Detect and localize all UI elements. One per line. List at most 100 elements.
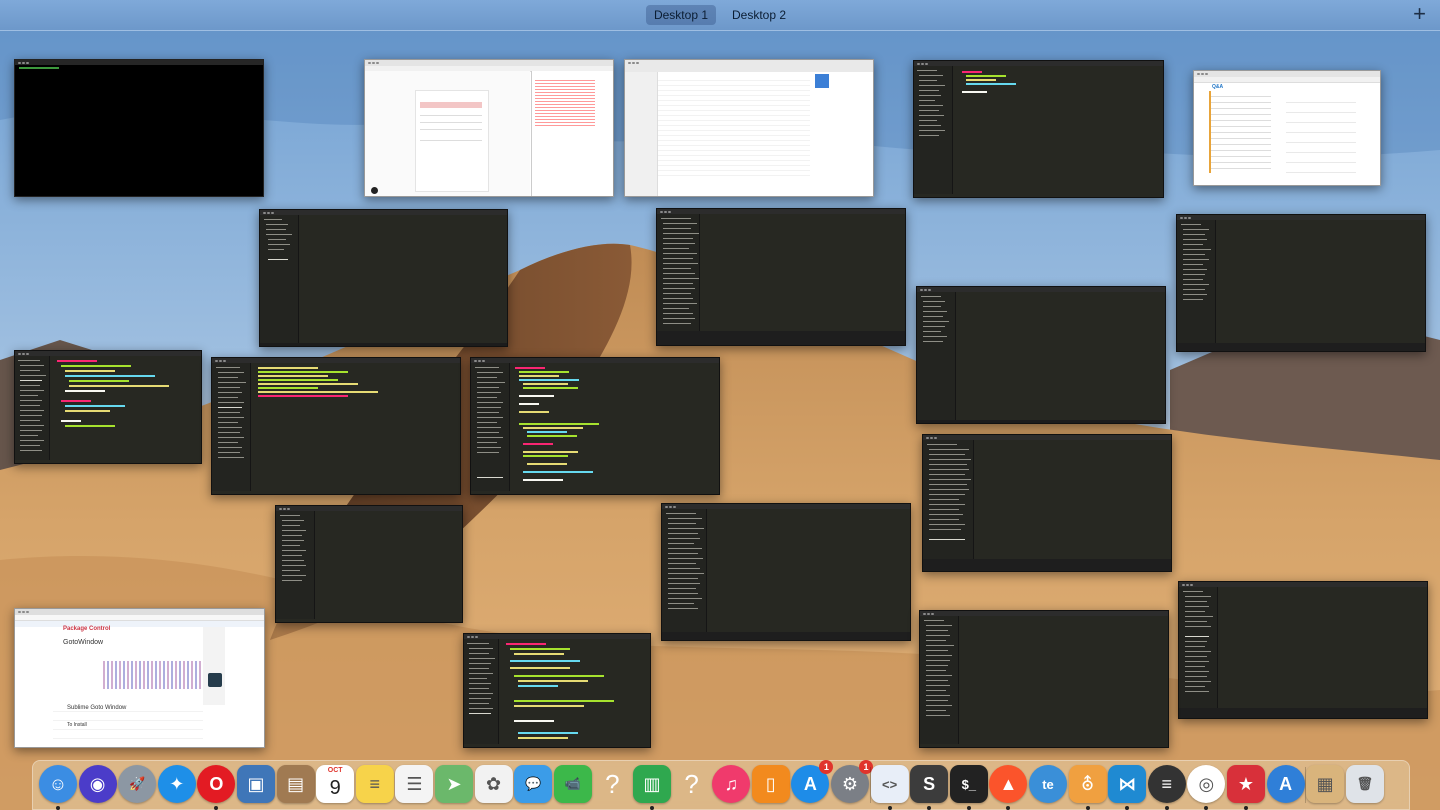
window-sublime-editor[interactable] <box>919 610 1169 748</box>
running-indicator <box>927 806 932 810</box>
window-sublime-editor[interactable] <box>1176 214 1426 352</box>
window-sublime-editor[interactable] <box>463 633 651 748</box>
window-browser-package-control[interactable]: Package Control GotoWindow Sublime Goto … <box>14 608 265 748</box>
window-sublime-editor[interactable] <box>211 357 461 495</box>
window-sublime-editor[interactable] <box>275 505 463 623</box>
dock-bookmark-app-icon[interactable]: ★ <box>1227 765 1265 810</box>
launchpad-glyph: 🚀 <box>129 776 146 791</box>
dock-system-preferences-icon[interactable]: ⚙ 1 <box>831 760 873 803</box>
space-tab-desktop-1[interactable]: Desktop 1 <box>645 5 716 25</box>
archive-utility-glyph: ▦ <box>1316 773 1334 794</box>
running-indicator <box>887 806 892 810</box>
dock-terminal-icon[interactable]: $_ <box>949 765 988 810</box>
te-app-glyph: te <box>1042 776 1054 792</box>
window-finder[interactable] <box>624 59 874 197</box>
window-sublime-editor[interactable] <box>14 350 202 464</box>
notification-badge: 1 <box>819 760 834 774</box>
calendar-month-label: OCT <box>327 767 343 774</box>
brave-glyph: ▲ <box>999 773 1018 794</box>
window-sublime-editor[interactable] <box>661 503 911 641</box>
running-indicator <box>1125 806 1130 810</box>
window-browser-qa[interactable]: Q&A <box>1193 70 1381 186</box>
dock-launchpad-icon[interactable]: 🚀 <box>118 765 157 803</box>
dock-reminders-icon[interactable]: ☰ <box>395 765 434 803</box>
window-sublime-editor[interactable] <box>922 434 1172 572</box>
dock-calendar-icon[interactable]: OCT 9 <box>316 765 355 803</box>
dock-siri-icon[interactable]: ◉ <box>78 765 117 803</box>
messages-glyph: 💬 <box>525 776 542 791</box>
facetime-glyph: 📹 <box>564 776 581 791</box>
running-indicator <box>56 806 60 810</box>
vscode-glyph: ⋈ <box>1118 773 1137 794</box>
reminders-glyph: ☰ <box>406 773 423 794</box>
itunes-glyph: ♫ <box>724 773 738 794</box>
dock-finder-icon[interactable]: ☺ <box>39 765 77 810</box>
dock-sublime-text-icon[interactable]: S <box>910 765 949 810</box>
safari-glyph: ✦ <box>169 773 185 794</box>
dock-photos-icon[interactable]: ✿ <box>474 765 513 803</box>
window-sublime-editor[interactable] <box>1178 581 1428 719</box>
space-tab-desktop-2[interactable]: Desktop 2 <box>724 5 794 25</box>
trash-glyph: 🗑 <box>1356 776 1374 791</box>
contacts-glyph: ▤ <box>287 773 305 794</box>
chrome-glyph: ◎ <box>1198 773 1215 794</box>
dock-archive-utility-icon[interactable]: ▦ <box>1306 765 1345 803</box>
window-titlebar <box>15 60 263 65</box>
dock-preview-icon[interactable]: ▣ <box>237 765 275 803</box>
dock-notes-icon[interactable]: ≡ <box>355 765 394 803</box>
dock-xcode-like-icon[interactable]: <> <box>870 765 909 810</box>
dock-vscode-icon[interactable]: ⋈ <box>1108 765 1147 810</box>
window-terminal[interactable] <box>14 59 264 197</box>
dock-books-icon[interactable]: ▯ <box>751 765 790 803</box>
system-preferences-glyph: ⚙ <box>841 773 859 794</box>
window-sublime-editor[interactable] <box>913 60 1164 198</box>
running-indicator <box>1244 806 1248 810</box>
mission-control-spaces-bar: Desktop 1 Desktop 2 + <box>0 0 1440 31</box>
window-browser-login[interactable] <box>364 59 614 197</box>
running-indicator <box>1204 806 1209 810</box>
dock-safari-icon[interactable]: ✦ <box>157 765 196 803</box>
dock-app-store-icon[interactable]: A1 <box>791 760 834 803</box>
xcode-like-glyph: <> <box>882 776 898 792</box>
dock-maps-icon[interactable]: ➤ <box>435 765 473 803</box>
qa-brand: Q&A <box>1212 84 1224 90</box>
window-sublime-editor[interactable] <box>259 209 508 347</box>
siri-glyph: ◉ <box>89 773 106 794</box>
app-store-utility-glyph: A <box>1279 773 1293 794</box>
dock-facetime-icon[interactable]: 📹 <box>553 765 592 803</box>
dock-unknown-app-1-icon[interactable]: ? <box>593 765 631 803</box>
dock-menu-app-icon[interactable]: ≡ <box>1147 765 1186 810</box>
photos-glyph: ✿ <box>486 773 502 794</box>
spaces-tabs: Desktop 1 Desktop 2 <box>0 5 1440 25</box>
maps-glyph: ➤ <box>446 773 462 794</box>
books-glyph: ▯ <box>765 773 776 794</box>
numbers-glyph: ▥ <box>643 773 661 794</box>
running-indicator <box>966 806 971 810</box>
dock-brave-icon[interactable]: ▲ <box>989 765 1028 810</box>
running-indicator <box>1085 806 1090 810</box>
unknown-app-2-glyph: ? <box>684 768 699 799</box>
dock-numbers-icon[interactable]: ▥ <box>633 765 671 810</box>
preview-glyph: ▣ <box>247 773 265 794</box>
dock-messages-icon[interactable]: 💬 <box>514 765 553 803</box>
dock-sequel-pro-icon[interactable]: ⛢ <box>1068 765 1107 810</box>
bookmark-app-glyph: ★ <box>1237 773 1255 794</box>
window-sublime-editor[interactable] <box>916 286 1166 424</box>
dock-contacts-icon[interactable]: ▤ <box>276 765 315 803</box>
dock-opera-icon[interactable]: O <box>197 765 236 810</box>
running-indicator <box>214 806 219 810</box>
dock-unknown-app-2-icon[interactable]: ? <box>673 765 711 803</box>
running-indicator <box>650 806 654 810</box>
dock-trash-icon[interactable]: 🗑 <box>1345 765 1384 803</box>
package-control-brand: Package Control <box>63 626 111 632</box>
dock-itunes-icon[interactable]: ♫ <box>712 765 751 803</box>
dock-te-app-icon[interactable]: te <box>1029 765 1067 803</box>
dock: ☺ ◉ 🚀 ✦ O ▣ ▤ OCT 9 ≡ ☰ ➤ ✿ 💬 📹? ▥? ♫ ▯ A 1 ⚙ 1 <> S $_ ▲ te ⛢ ⋈ ≡ ◎ ★ A… <box>32 760 1410 810</box>
window-sublime-editor[interactable] <box>656 208 906 346</box>
dock-app-store-utility-icon[interactable]: A <box>1266 765 1305 803</box>
package-name-heading: GotoWindow <box>63 639 104 646</box>
unknown-app-1-glyph: ? <box>605 768 620 799</box>
add-desktop-button[interactable]: + <box>1413 3 1426 25</box>
window-sublime-editor[interactable] <box>470 357 720 495</box>
dock-chrome-icon[interactable]: ◎ <box>1187 765 1226 810</box>
